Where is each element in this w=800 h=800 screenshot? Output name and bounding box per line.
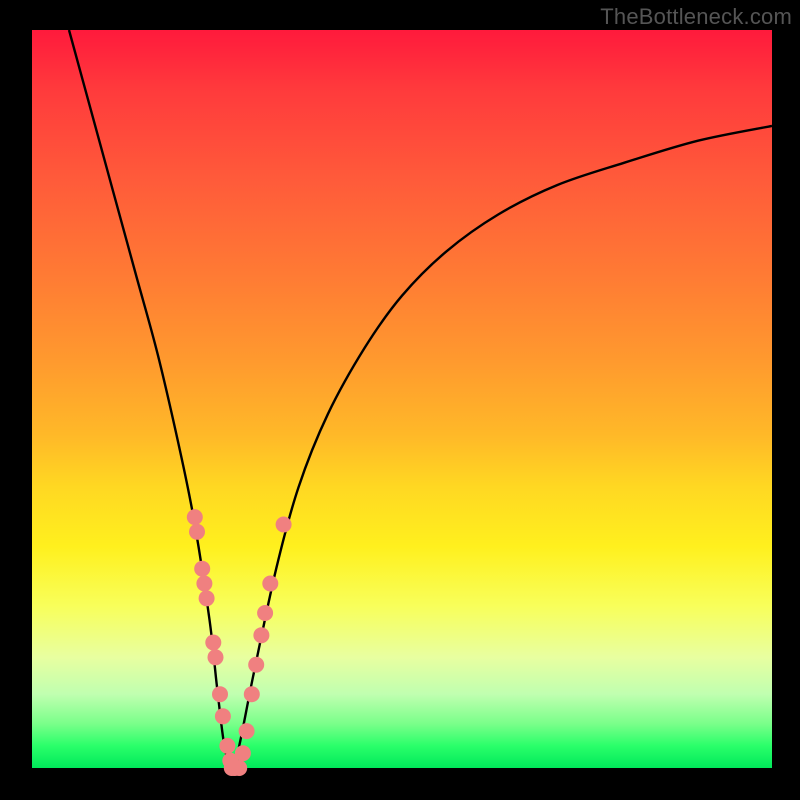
data-marker <box>248 657 264 673</box>
data-marker <box>194 561 210 577</box>
data-marker <box>189 524 205 540</box>
chart-frame: TheBottleneck.com <box>0 0 800 800</box>
marker-group <box>187 509 292 776</box>
data-marker <box>231 760 247 776</box>
watermark-text: TheBottleneck.com <box>600 4 792 30</box>
data-marker <box>199 590 215 606</box>
data-marker <box>257 605 273 621</box>
data-marker <box>253 627 269 643</box>
data-marker <box>196 576 212 592</box>
data-marker <box>244 686 260 702</box>
data-marker <box>187 509 203 525</box>
data-marker <box>212 686 228 702</box>
data-marker <box>219 738 235 754</box>
data-marker <box>262 576 278 592</box>
plot-area <box>32 30 772 768</box>
data-marker <box>276 517 292 533</box>
data-marker <box>235 745 251 761</box>
data-marker <box>215 708 231 724</box>
data-marker <box>208 649 224 665</box>
curve-layer <box>32 30 772 768</box>
data-marker <box>239 723 255 739</box>
bottleneck-curve <box>69 30 772 768</box>
data-marker <box>205 635 221 651</box>
